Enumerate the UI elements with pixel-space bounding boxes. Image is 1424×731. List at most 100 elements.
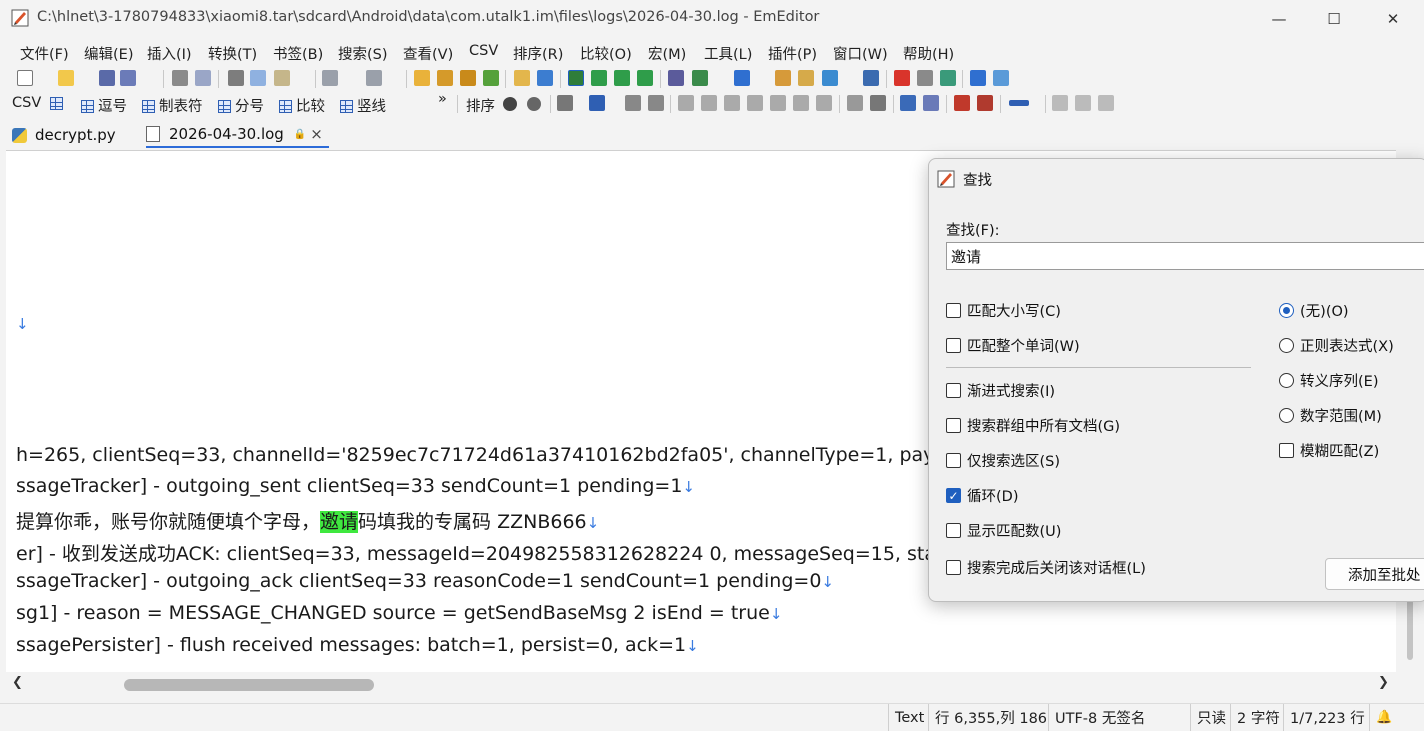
- open-folder-icon[interactable]: [58, 70, 74, 86]
- copy-icon[interactable]: [250, 70, 266, 86]
- find-input[interactable]: 邀请: [946, 242, 1424, 270]
- compare-button[interactable]: 比较: [279, 95, 325, 116]
- menu-plugins[interactable]: 插件(P): [768, 43, 817, 64]
- status-lines[interactable]: 1/7,223 行: [1283, 704, 1365, 731]
- macro-icon[interactable]: [775, 70, 791, 86]
- add-to-batch-button[interactable]: 添加至批处: [1325, 558, 1424, 590]
- tab-log-file[interactable]: 2026-04-30.log 🔒 ×: [146, 122, 329, 148]
- undo-icon[interactable]: [322, 70, 338, 86]
- redo-icon[interactable]: [366, 70, 382, 86]
- menu-insert[interactable]: 插入(I): [147, 43, 192, 64]
- insert-column-icon[interactable]: [625, 95, 641, 111]
- csv-button[interactable]: CSV: [12, 95, 41, 111]
- scroll-right-icon[interactable]: ❯: [1378, 675, 1389, 690]
- wrap-by-page-icon[interactable]: [637, 70, 653, 86]
- macro-menu-icon[interactable]: [940, 70, 956, 86]
- menu-sort[interactable]: 排序(R): [513, 43, 563, 64]
- csv-grid-icon[interactable]: [50, 96, 67, 112]
- ruler-icon[interactable]: [1009, 100, 1029, 106]
- configuration-icon[interactable]: [692, 70, 708, 86]
- status-mode[interactable]: Text: [888, 704, 924, 731]
- outline-icon[interactable]: [863, 70, 879, 86]
- status-selection[interactable]: 2 字符: [1230, 704, 1280, 731]
- menu-bookmark[interactable]: 书签(B): [273, 43, 323, 64]
- horizontal-scroll-thumb[interactable]: [124, 679, 374, 691]
- editor-line[interactable]: sg1] - reason = MESSAGE_CHANGED source =…: [16, 602, 782, 624]
- split-icon[interactable]: [923, 95, 939, 111]
- close-button[interactable]: ✕: [1364, 0, 1422, 37]
- status-readonly[interactable]: 只读: [1190, 704, 1226, 731]
- comma-button[interactable]: 逗号: [81, 95, 127, 116]
- paste-icon[interactable]: [274, 70, 290, 86]
- sort-len-desc-icon[interactable]: [793, 95, 809, 111]
- search-all-docs-checkbox[interactable]: 搜索群组中所有文档(G): [946, 415, 1120, 436]
- scroll-left-icon[interactable]: ❮: [12, 675, 23, 690]
- narrow-ext-icon[interactable]: [1075, 95, 1091, 111]
- narrow-clear-icon[interactable]: [1098, 95, 1114, 111]
- maximize-button[interactable]: ☐: [1305, 0, 1363, 37]
- radio-number-range[interactable]: 数字范围(M): [1279, 405, 1382, 426]
- incremental-search-checkbox[interactable]: 渐进式搜索(I): [946, 380, 1055, 401]
- column-select-icon[interactable]: [589, 95, 605, 111]
- menu-view[interactable]: 查看(V): [403, 43, 453, 64]
- join-icon[interactable]: [900, 95, 916, 111]
- toolbar-overflow-button[interactable]: »: [438, 91, 447, 107]
- horizontal-scrollbar[interactable]: ❮ ❯: [6, 672, 1396, 698]
- status-encoding[interactable]: UTF-8 无签名: [1048, 704, 1145, 731]
- word-wrap-icon[interactable]: [591, 70, 607, 86]
- filter-icon[interactable]: [537, 70, 553, 86]
- tab-decrypt-py[interactable]: decrypt.py: [12, 122, 116, 148]
- split-window-icon[interactable]: [568, 70, 584, 86]
- print-icon[interactable]: [172, 70, 188, 86]
- tab-separator-button[interactable]: 制表符: [142, 95, 203, 116]
- save-all-icon[interactable]: [120, 70, 136, 86]
- save-icon[interactable]: [99, 70, 115, 86]
- menu-csv[interactable]: CSV: [469, 43, 498, 59]
- encoding-icon[interactable]: [734, 70, 750, 86]
- plugin-icon[interactable]: [993, 70, 1009, 86]
- customize-icon[interactable]: [822, 70, 838, 86]
- radio-escape-sequence[interactable]: 转义序列(E): [1279, 370, 1378, 391]
- tab-close-icon[interactable]: ×: [310, 125, 323, 143]
- narrow-icon[interactable]: [1052, 95, 1068, 111]
- loop-checkbox[interactable]: ✓ 循环(D): [946, 485, 1018, 506]
- stop-macro-icon[interactable]: [894, 70, 910, 86]
- font-icon[interactable]: [668, 70, 684, 86]
- number-icon[interactable]: [977, 95, 993, 111]
- settings-icon[interactable]: [527, 97, 541, 111]
- editor-line[interactable]: 提算你乖，账号你就随便填个字母，邀请码填我的专属码 ZZNB666↓: [16, 507, 599, 534]
- editor-line[interactable]: ssagePersister] - flush received message…: [16, 634, 699, 656]
- radio-regex[interactable]: 正则表达式(X): [1279, 335, 1394, 356]
- editor-line[interactable]: h=265, clientSeq=33, channelId='8259ec7c…: [16, 444, 951, 466]
- menu-convert[interactable]: 转换(T): [208, 43, 257, 64]
- sort-num-desc-icon[interactable]: [747, 95, 763, 111]
- new-file-icon[interactable]: [17, 70, 33, 86]
- menu-window[interactable]: 窗口(W): [833, 43, 888, 64]
- sort-num-asc-icon[interactable]: [724, 95, 740, 111]
- cut-icon[interactable]: [228, 70, 244, 86]
- match-whole-word-checkbox[interactable]: 匹配整个单词(W): [946, 335, 1080, 356]
- sort-len-asc-icon[interactable]: [770, 95, 786, 111]
- delete-column-icon[interactable]: [648, 95, 664, 111]
- menu-help[interactable]: 帮助(H): [903, 43, 954, 64]
- minimize-button[interactable]: —: [1250, 0, 1308, 37]
- editor-line[interactable]: ssageTracker] - outgoing_sent clientSeq=…: [16, 475, 695, 497]
- find-next-icon[interactable]: [437, 70, 453, 86]
- show-match-count-checkbox[interactable]: 显示匹配数(U): [946, 520, 1061, 541]
- find-icon[interactable]: [414, 70, 430, 86]
- sort-button[interactable]: 排序: [466, 95, 495, 116]
- sort-asc-icon[interactable]: [678, 95, 694, 111]
- search-selection-only-checkbox[interactable]: 仅搜索选区(S): [946, 450, 1060, 471]
- add-icon[interactable]: [503, 97, 517, 111]
- wrap-by-window-icon[interactable]: [614, 70, 630, 86]
- menu-compare[interactable]: 比较(O): [580, 43, 632, 64]
- pipe-button[interactable]: 竖线: [340, 95, 386, 116]
- find-in-files-icon[interactable]: [483, 70, 499, 86]
- semicolon-button[interactable]: 分号: [218, 95, 264, 116]
- window-icon[interactable]: [970, 70, 986, 86]
- print-preview-icon[interactable]: [195, 70, 211, 86]
- menu-tools[interactable]: 工具(L): [704, 43, 752, 64]
- close-after-search-checkbox[interactable]: 搜索完成后关闭该对话框(L): [946, 557, 1146, 578]
- editor-line[interactable]: ssageTracker] - outgoing_ack clientSeq=3…: [16, 570, 834, 592]
- menu-file[interactable]: 文件(F): [20, 43, 69, 64]
